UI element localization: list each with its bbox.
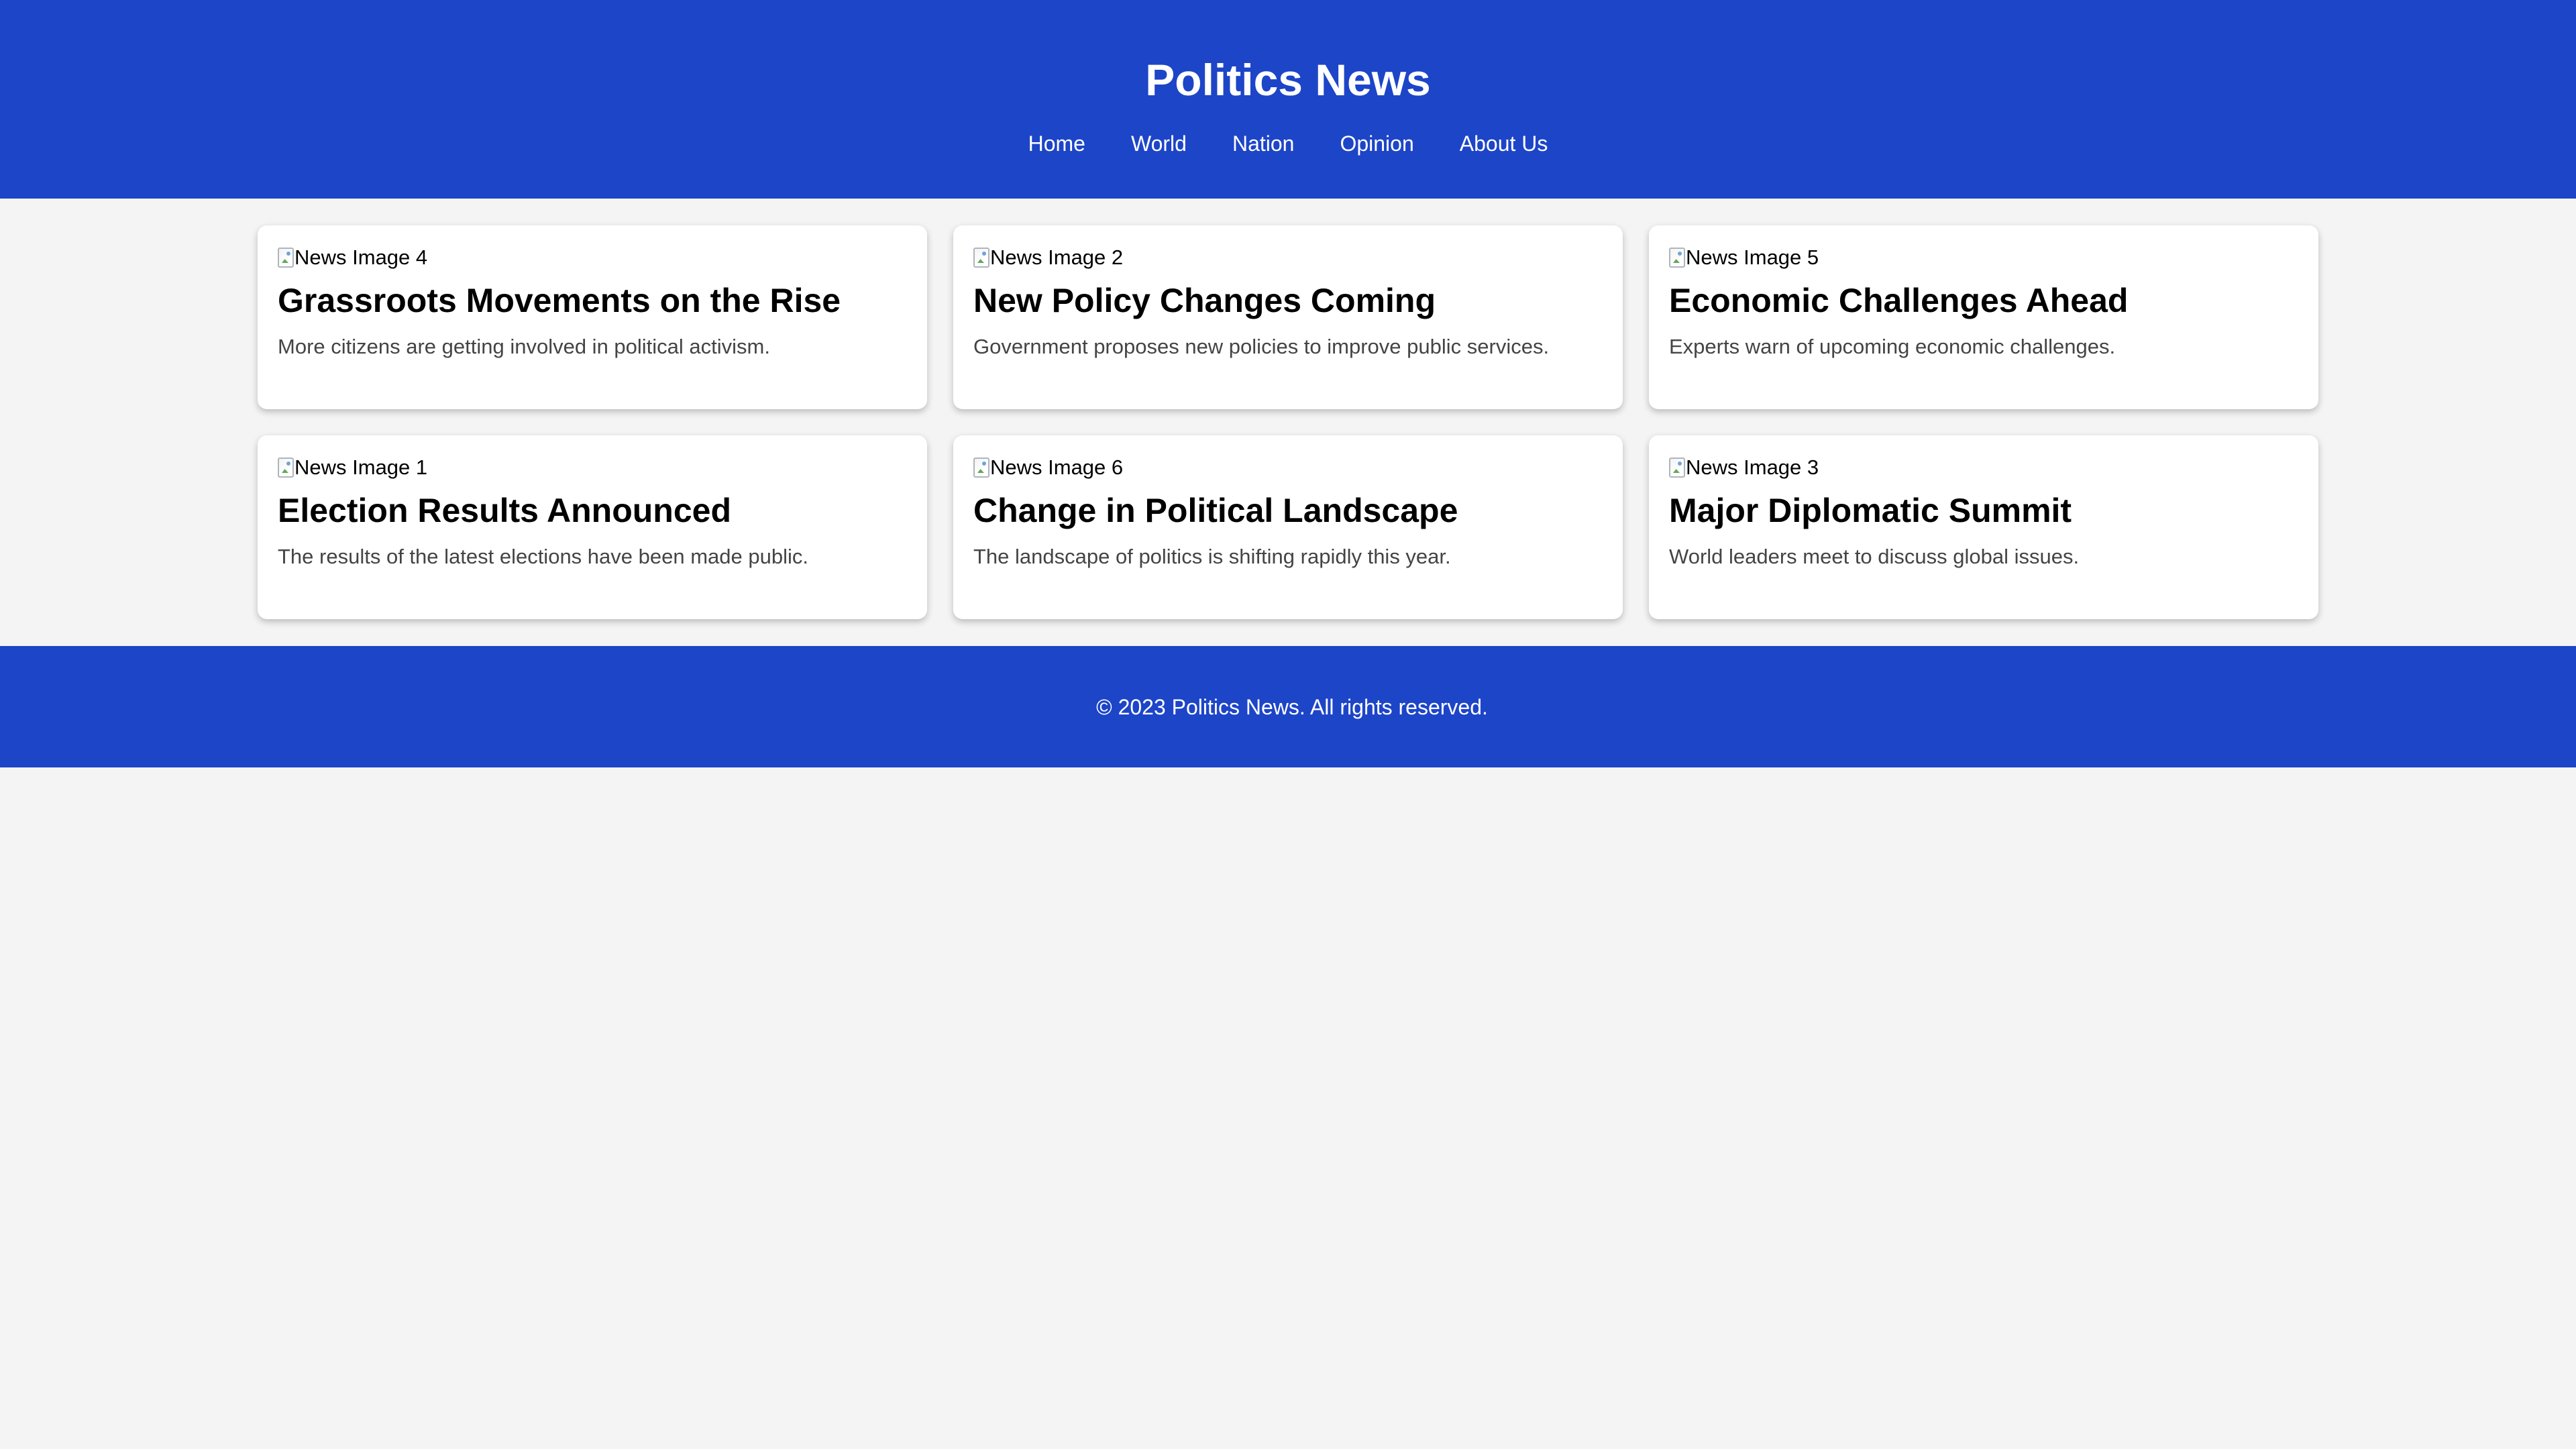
news-image-placeholder: News Image 1 xyxy=(278,454,907,481)
footer-copyright: © 2023 Politics News. All rights reserve… xyxy=(1096,694,1488,719)
news-image-alt-text: News Image 2 xyxy=(990,246,1124,269)
news-image-alt-text: News Image 1 xyxy=(294,455,428,479)
news-image-alt-text: News Image 4 xyxy=(294,246,428,269)
news-image-alt-text: News Image 3 xyxy=(1686,455,1819,479)
news-card-summary: More citizens are getting involved in po… xyxy=(278,335,770,358)
nav-link-home[interactable]: Home xyxy=(1006,130,1108,157)
broken-image-icon xyxy=(278,248,294,268)
news-card-grassroots-movements: News Image 4 Grassroots Movements on the… xyxy=(258,225,927,409)
news-image-alt-text: News Image 5 xyxy=(1686,246,1819,269)
news-card-title: New Policy Changes Coming xyxy=(973,282,1436,319)
news-card-election-results: News Image 1 Election Results Announced … xyxy=(258,435,927,619)
news-card-political-landscape: News Image 6 Change in Political Landsca… xyxy=(953,435,1623,619)
site-footer: © 2023 Politics News. All rights reserve… xyxy=(0,646,2576,767)
news-card-title: Economic Challenges Ahead xyxy=(1669,282,2129,319)
news-card-title: Election Results Announced xyxy=(278,492,732,529)
news-grid: News Image 4 Grassroots Movements on the… xyxy=(258,225,2318,619)
nav-link-nation[interactable]: Nation xyxy=(1210,130,1318,157)
news-card-title: Grassroots Movements on the Rise xyxy=(278,282,841,319)
news-card-summary: The results of the latest elections have… xyxy=(278,545,808,568)
news-image-placeholder: News Image 6 xyxy=(973,454,1603,481)
broken-image-icon xyxy=(973,458,989,478)
nav-link-opinion[interactable]: Opinion xyxy=(1317,130,1436,157)
site-title: Politics News xyxy=(1145,55,1431,105)
nav-link-about-us[interactable]: About Us xyxy=(1437,130,1571,157)
news-card-summary: Government proposes new policies to impr… xyxy=(973,335,1550,358)
news-image-alt-text: News Image 6 xyxy=(990,455,1124,479)
news-image-placeholder: News Image 2 xyxy=(973,244,1603,271)
main-navigation: Home World Nation Opinion About Us xyxy=(0,130,2576,157)
broken-image-icon xyxy=(973,248,989,268)
news-image-placeholder: News Image 3 xyxy=(1669,454,2298,481)
broken-image-icon xyxy=(1669,458,1685,478)
news-image-placeholder: News Image 4 xyxy=(278,244,907,271)
news-card-economic-challenges: News Image 5 Economic Challenges Ahead E… xyxy=(1649,225,2318,409)
news-card-title: Change in Political Landscape xyxy=(973,492,1458,529)
news-card-policy-changes: News Image 2 New Policy Changes Coming G… xyxy=(953,225,1623,409)
site-header: Politics News Home World Nation Opinion … xyxy=(0,0,2576,199)
news-card-summary: Experts warn of upcoming economic challe… xyxy=(1669,335,2116,358)
nav-link-world[interactable]: World xyxy=(1108,130,1210,157)
news-image-placeholder: News Image 5 xyxy=(1669,244,2298,271)
news-card-summary: World leaders meet to discuss global iss… xyxy=(1669,545,2080,568)
news-card-diplomatic-summit: News Image 3 Major Diplomatic Summit Wor… xyxy=(1649,435,2318,619)
news-card-title: Major Diplomatic Summit xyxy=(1669,492,2072,529)
broken-image-icon xyxy=(1669,248,1685,268)
broken-image-icon xyxy=(278,458,294,478)
news-card-summary: The landscape of politics is shifting ra… xyxy=(973,545,1451,568)
